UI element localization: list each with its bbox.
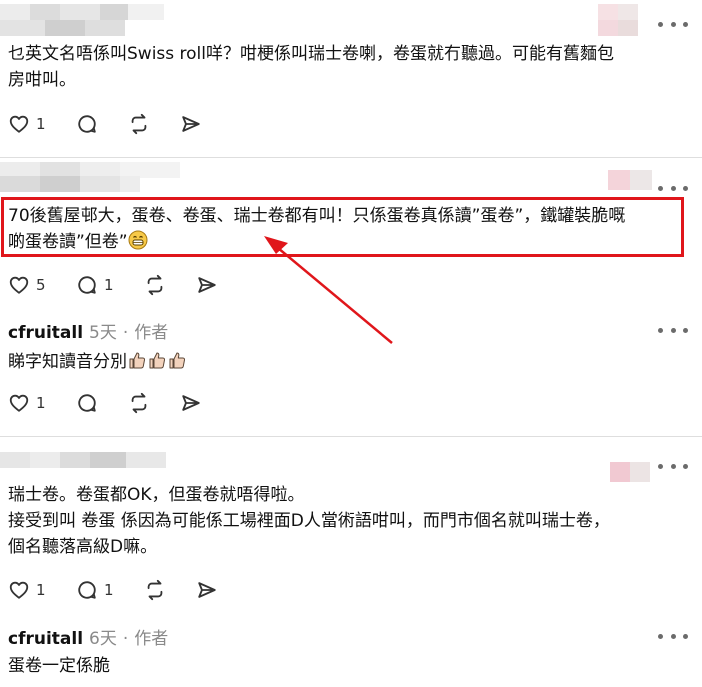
comment-text: 睇字知讀音分別 (8, 349, 187, 375)
more-options-button[interactable] (658, 628, 688, 644)
comment-actions: 1 1 (8, 578, 236, 602)
send-arrow-icon (198, 277, 216, 293)
author-badge: 作者 (134, 323, 169, 343)
reply-count: 1 (104, 276, 114, 294)
comment-header: cfruitall 5天 · 作者 (8, 318, 168, 343)
thumbs-up-emoji (169, 352, 186, 369)
repost-button[interactable] (144, 578, 196, 602)
divider (0, 436, 702, 437)
comment-time: 5天 (89, 323, 117, 343)
heart-icon (9, 276, 29, 294)
reply-button[interactable]: 1 (76, 273, 144, 297)
comment-time: 6天 (89, 629, 117, 649)
reply-count: 1 (104, 581, 114, 599)
author-name[interactable]: cfruitall (8, 323, 83, 343)
more-options-button[interactable] (658, 458, 688, 474)
meta-separator: · (122, 323, 129, 343)
more-options-button[interactable] (658, 322, 688, 338)
author-badge: 作者 (134, 629, 169, 649)
thumbs-up-emoji (129, 352, 146, 369)
repost-arrows-icon (147, 274, 163, 296)
send-arrow-icon (182, 395, 200, 411)
meta-separator: · (122, 629, 129, 649)
comment-actions: 1 (8, 391, 220, 415)
send-arrow-icon (198, 582, 216, 598)
reply-button[interactable]: 1 (76, 578, 144, 602)
repost-button[interactable] (128, 391, 180, 415)
author-name[interactable]: cfruitall (8, 629, 83, 649)
repost-arrows-icon (131, 392, 147, 414)
comment-header: cfruitall 6天 · 作者 (8, 624, 168, 649)
comment-text: 蛋卷一定係脆 (8, 656, 110, 676)
comment-bubble-icon (78, 276, 96, 294)
like-button[interactable]: 5 (8, 273, 76, 297)
like-button[interactable]: 1 (8, 391, 76, 415)
comment-bubble-icon (78, 581, 96, 599)
thumbs-up-emoji (149, 352, 166, 369)
blurred-username (0, 452, 166, 468)
share-button[interactable] (196, 578, 236, 602)
blurred-avatar[interactable] (610, 462, 650, 482)
share-button[interactable] (180, 391, 220, 415)
like-count: 5 (36, 276, 46, 294)
comment-actions: 5 1 (8, 273, 236, 297)
repost-button[interactable] (144, 273, 196, 297)
like-button[interactable]: 1 (8, 578, 76, 602)
repost-arrows-icon (147, 579, 163, 601)
like-count: 1 (36, 394, 46, 412)
reply-button[interactable] (76, 391, 128, 415)
comment-bubble-icon (78, 394, 96, 412)
heart-icon (9, 394, 29, 412)
comment-text: 瑞士卷。卷蛋都OK，但蛋卷就唔得啦。 接受到叫 卷蛋 係因為可能係工場裡面D人當… (8, 485, 610, 557)
share-button[interactable] (196, 273, 236, 297)
like-count: 1 (36, 581, 46, 599)
heart-icon (9, 581, 29, 599)
